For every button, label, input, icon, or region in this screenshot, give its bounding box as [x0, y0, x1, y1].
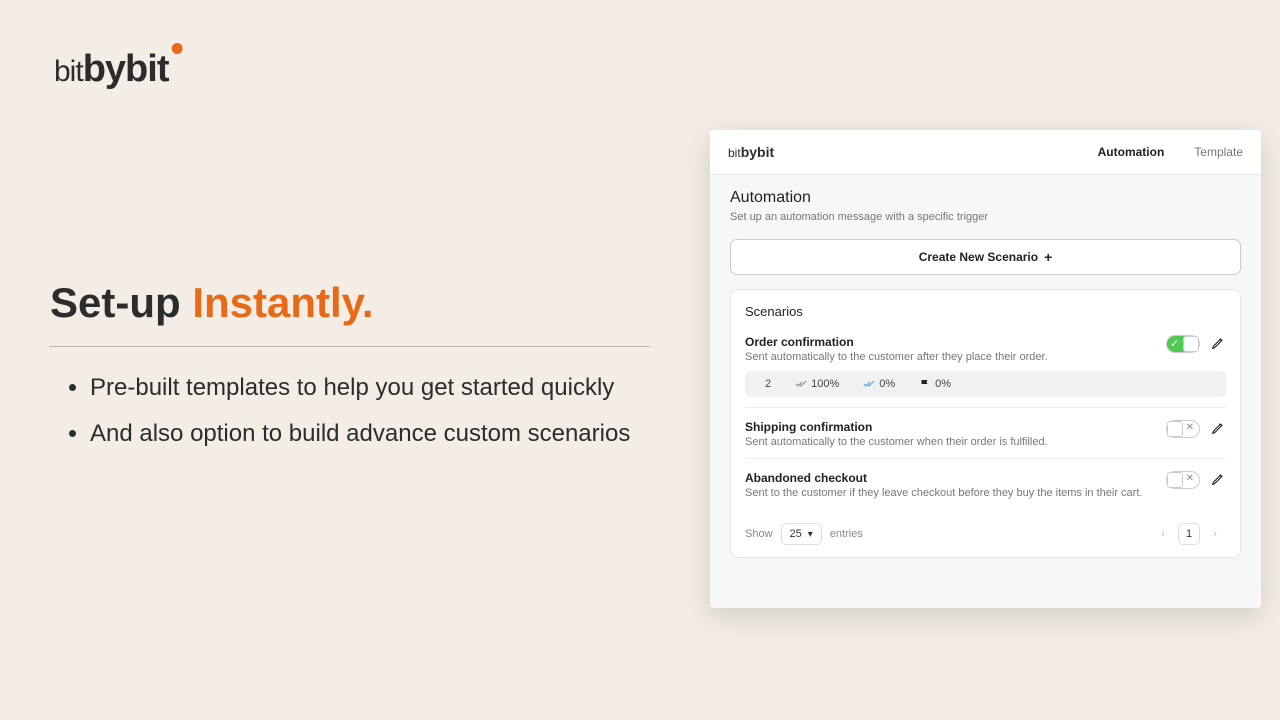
- chevron-left-icon: ‹: [1161, 528, 1165, 540]
- stat-read: 0%: [863, 378, 895, 390]
- scenarios-card: Scenarios Order confirmation Sent automa…: [730, 289, 1241, 558]
- scenario-toggle[interactable]: ✓: [1166, 335, 1200, 353]
- flag-icon: [919, 378, 931, 390]
- brand-part2: by: [83, 48, 125, 90]
- page-title: Automation: [730, 189, 1241, 207]
- marketing-copy: Set-up Instantly. Pre-built templates to…: [50, 278, 650, 457]
- scenario-desc: Sent automatically to the customer after…: [745, 351, 1156, 363]
- scenario-stats: 2 100% 0% 0%: [745, 371, 1226, 397]
- brand-part3: bit: [125, 48, 168, 90]
- brand-dot-icon: •: [170, 28, 182, 71]
- double-check-blue-icon: [863, 378, 875, 390]
- page-subtitle: Set up an automation message with a spec…: [730, 211, 1241, 223]
- pager-prev-button[interactable]: ‹: [1152, 523, 1174, 545]
- chevron-down-icon: ▾: [808, 529, 813, 540]
- create-scenario-label: Create New Scenario: [919, 250, 1038, 264]
- tab-template[interactable]: Template: [1194, 145, 1243, 159]
- stat-replied: 0%: [919, 378, 951, 390]
- scenario-name: Shipping confirmation: [745, 420, 1156, 434]
- pencil-icon[interactable]: [1210, 471, 1226, 487]
- scenario-name: Order confirmation: [745, 335, 1156, 349]
- page-size-select[interactable]: 25 ▾: [781, 523, 822, 545]
- app-header: bitbybit Automation Template: [710, 130, 1261, 175]
- pencil-icon[interactable]: [1210, 420, 1226, 436]
- tab-automation[interactable]: Automation: [1098, 145, 1165, 159]
- headline: Set-up Instantly.: [50, 278, 650, 328]
- pager-next-button[interactable]: ›: [1204, 523, 1226, 545]
- pagination: Show 25 ▾ entries ‹ 1 ›: [745, 523, 1226, 545]
- bullet-list: Pre-built templates to help you get star…: [50, 365, 650, 456]
- app-tabs: Automation Template: [1098, 145, 1243, 159]
- scenario-desc: Sent automatically to the customer when …: [745, 436, 1156, 448]
- scenario-desc: Sent to the customer if they leave check…: [745, 487, 1156, 499]
- pager-entries-label: entries: [830, 528, 863, 540]
- app-body: Automation Set up an automation message …: [710, 175, 1261, 608]
- stat-count: 2: [765, 378, 771, 390]
- app-panel: bitbybit Automation Template Automation …: [710, 130, 1261, 608]
- scenario-toggle[interactable]: ✕: [1166, 471, 1200, 489]
- brand-logo: bitbybit•: [54, 48, 181, 91]
- bullet-item: And also option to build advance custom …: [90, 411, 650, 457]
- divider: [50, 346, 650, 347]
- scenario-name: Abandoned checkout: [745, 471, 1156, 485]
- pencil-icon[interactable]: [1210, 335, 1226, 351]
- stat-delivered: 100%: [795, 378, 839, 390]
- bullet-item: Pre-built templates to help you get star…: [90, 365, 650, 411]
- app-logo: bitbybit: [728, 144, 774, 160]
- scenarios-title: Scenarios: [745, 304, 1226, 319]
- pager-show-label: Show: [745, 528, 773, 540]
- brand-part1: bit: [54, 55, 83, 88]
- scenario-row: Order confirmation Sent automatically to…: [745, 329, 1226, 407]
- create-scenario-button[interactable]: Create New Scenario +: [730, 239, 1241, 275]
- scenario-toggle[interactable]: ✕: [1166, 420, 1200, 438]
- chevron-right-icon: ›: [1213, 528, 1217, 540]
- plus-icon: +: [1044, 250, 1052, 264]
- scenario-row: Shipping confirmation Sent automatically…: [745, 407, 1226, 458]
- double-check-icon: [795, 378, 807, 390]
- scenario-row: Abandoned checkout Sent to the customer …: [745, 458, 1226, 509]
- headline-accent: Instantly.: [192, 279, 373, 326]
- headline-pre: Set-up: [50, 279, 192, 326]
- pager-page-number[interactable]: 1: [1178, 523, 1200, 545]
